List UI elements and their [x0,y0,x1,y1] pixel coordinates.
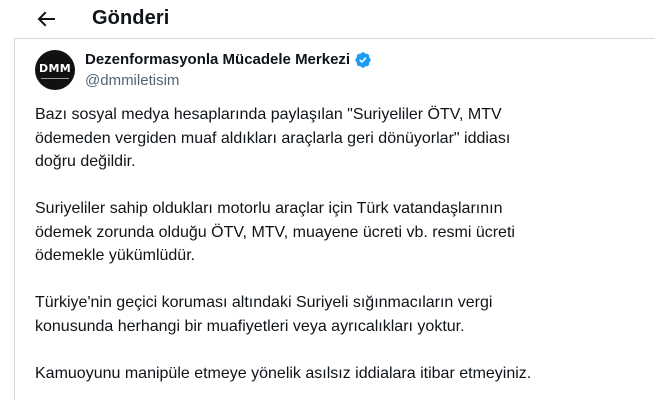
avatar[interactable]: DMM [35,50,75,90]
page-title: Gönderi [92,7,170,29]
post-text-line: ödemek zorunda olduğu ÖTV, MTV, muayene … [35,223,515,241]
post-text-line: Türkiye'nin geçici koruması altındaki Su… [35,294,493,311]
post-paragraph: Bazı sosyal medya hesaplarında paylaşıla… [35,103,635,174]
post-text-line: ödemeden vergiden muaf aldıkları araçlar… [35,129,511,147]
post-text-line: doğru değildir. [35,153,136,170]
post-text-line: Bazı sosyal medya hesaplarında paylaşıla… [35,106,502,123]
post-paragraph: Kamuoyunu manipüle etmeye yönelik asılsı… [35,362,635,386]
author-display-name[interactable]: Dezenformasyonla Mücadele Merkezi [85,51,350,68]
post-paragraph: Suriyeliler sahip oldukları motorlu araç… [35,197,635,268]
post-text-line: Kamuoyunu manipüle etmeye yönelik asılsı… [35,364,532,382]
author-handle[interactable]: @dmmiletisim [85,72,179,89]
post-text: Bazı sosyal medya hesaplarında paylaşıla… [35,103,635,385]
post-text-line: konusunda herhangi bir muafiyetleri veya… [35,317,465,335]
avatar-logo-line [41,78,69,79]
post-paragraph: Türkiye'nin geçici koruması altındaki Su… [35,291,635,338]
post-text-line: Suriyeliler sahip oldukları motorlu araç… [35,200,503,217]
top-bar: Gönderi [0,0,655,40]
back-button[interactable] [34,7,58,31]
avatar-logo-text: DMM [39,62,71,75]
verified-badge-icon [355,52,371,68]
arrow-left-icon [37,11,55,27]
post-text-line: ödemekle yükümlüdür. [35,247,196,264]
